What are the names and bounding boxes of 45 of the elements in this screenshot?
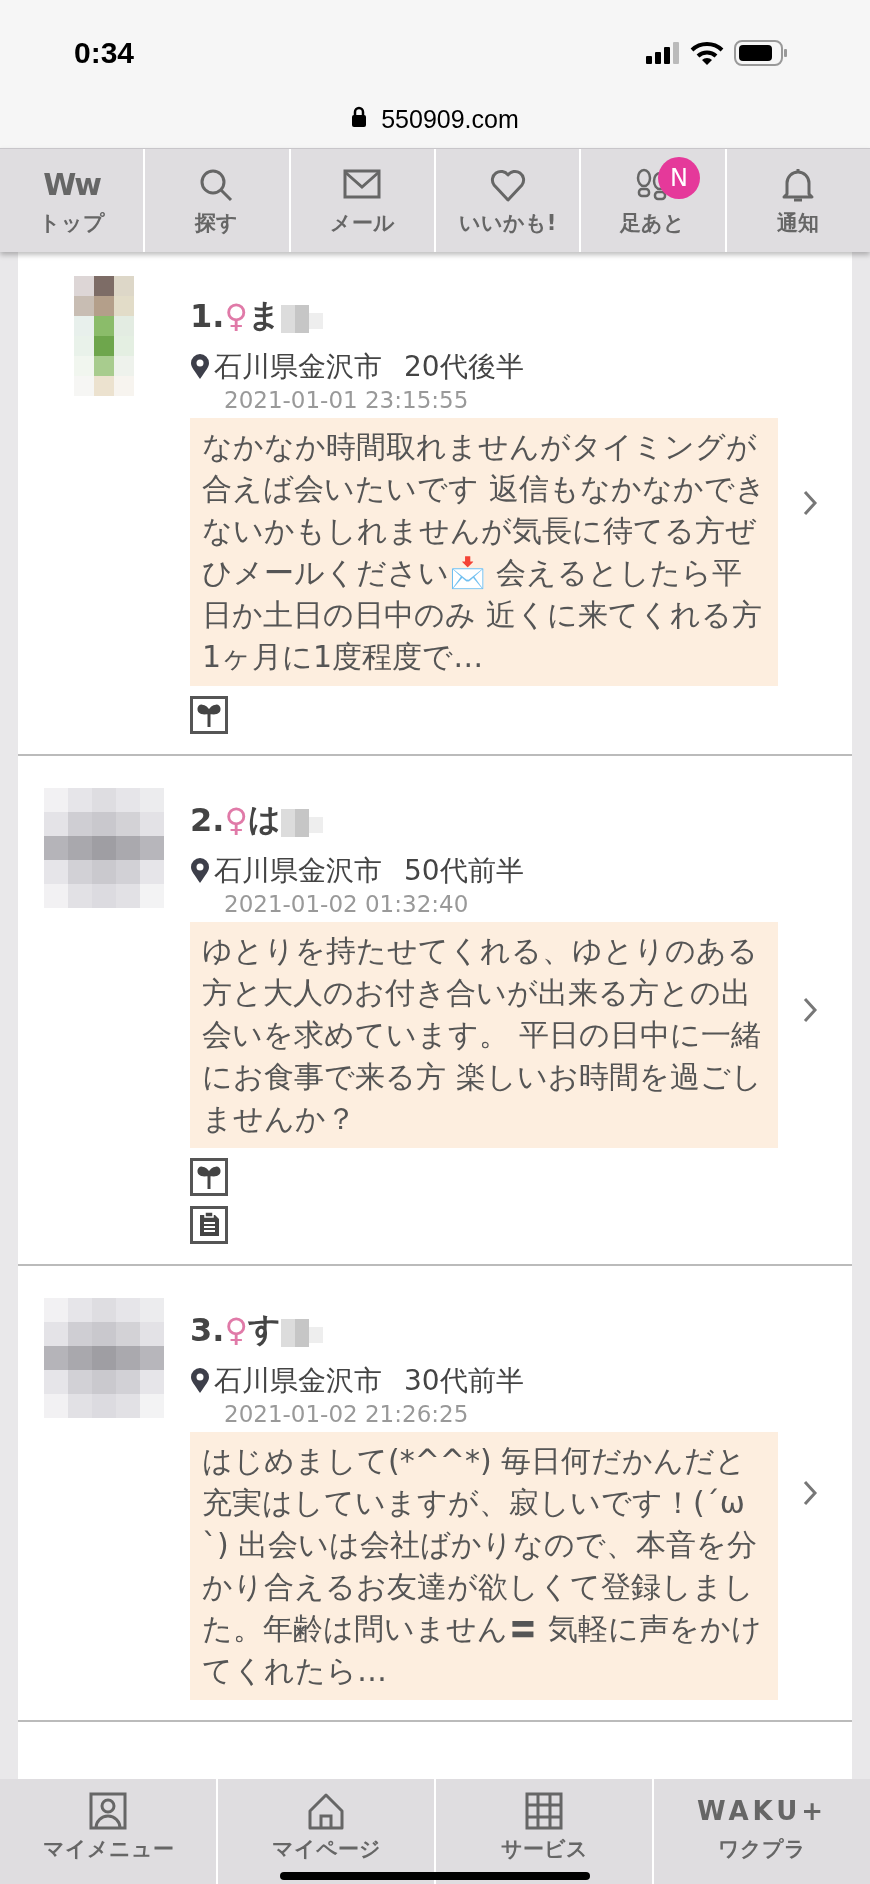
profile-name: す	[247, 1309, 281, 1350]
location-text: 石川県金沢市	[214, 349, 382, 385]
location-pin-icon	[190, 1368, 210, 1394]
age-text: 20代後半	[404, 349, 524, 385]
address-url[interactable]: 550909.com	[381, 106, 519, 132]
profile-name: ま	[247, 295, 281, 336]
status-time: 0:34	[74, 36, 135, 70]
female-symbol: ♀	[224, 297, 248, 335]
bottom-tab[interactable]: WAKU+ ワクプラ	[652, 1779, 870, 1884]
wifi-icon	[690, 41, 724, 65]
message-text: なかなか時間取れませんがタイミングが合えば会いたいです 返信もなかなかできないかもしれませんが気長に待てる方ぜひメールください📩 会えるとしたら平日か土日の日中のみ 近くに来てくれる方 1ヶ月に1度程度で…	[190, 418, 778, 686]
location-pin-icon	[190, 858, 210, 884]
profile-card[interactable]: 3.♀す 石川県金沢市 30代前半 2021-01-02 21:26:25 はじめまして(*^^*) 毎日何だかんだと充実はしていますが、寂しいです！(´ω`) 出会いは会社ばかりなので、本音を分かり合えるお友達が欲しくて登録しました。年齢は問いません〓 気軽に声をかけてくれたら…	[18, 1266, 852, 1722]
location-pin-icon	[190, 354, 210, 380]
message-text: ゆとりを持たせてくれる、ゆとりのある方と大人のお付き合いが出来る方との出会いを求めています。 平日の日中に一緒にお食事で来る方 楽しいお時間を過ごしませんか？	[190, 922, 778, 1148]
profile-name: は	[247, 799, 281, 840]
female-symbol: ♀	[224, 801, 248, 839]
nav-tab[interactable]: Ww トップ	[0, 149, 144, 252]
notification-badge: N	[657, 156, 700, 199]
location-text: 石川県金沢市	[214, 853, 382, 889]
age-text: 50代前半	[404, 853, 524, 889]
post-date: 2021-01-02 21:26:25	[224, 1400, 470, 1428]
age-text: 30代前半	[404, 1363, 524, 1399]
profile-card[interactable]: 2.♀は 石川県金沢市 50代前半 2021-01-02 01:32:40 ゆとりを持たせてくれる、ゆとりのある方と大人のお付き合いが出来る方との出会いを求めています。 平日の日中に一緒にお食事で来る方 楽しいお時間を過ごしませんか？	[18, 756, 852, 1266]
battery-icon	[734, 40, 788, 66]
message-text: はじめまして(*^^*) 毎日何だかんだと充実はしていますが、寂しいです！(´ω`) 出会いは会社ばかりなので、本音を分かり合えるお友達が欲しくて登録しました。年齢は問いません〓 気軽に声をかけてくれたら…	[190, 1432, 778, 1700]
person-icon	[88, 1791, 128, 1831]
bottom-tab[interactable]: マイメニュー	[0, 1779, 216, 1884]
lock-icon	[351, 106, 368, 128]
profile-number: 3.	[190, 1311, 225, 1349]
chevron-right-icon	[802, 996, 818, 1024]
grid-icon	[524, 1791, 564, 1831]
logo: Ww	[43, 167, 101, 202]
signal-icon	[646, 42, 680, 64]
location-text: 石川県金沢市	[214, 1363, 382, 1399]
post-date: 2021-01-01 23:15:55	[224, 386, 470, 414]
profile-card[interactable]: 1.♀ま 石川県金沢市 20代後半 2021-01-01 23:15:55 なかなか時間取れませんがタイミングが合えば会いたいです 返信もなかなかできないかもしれませんが気長に待てる方ぜひメールください📩 会えるとしたら平日か土日の日中のみ 近くに来てくれる方 1ヶ月に1度程度で…	[18, 252, 852, 756]
home-icon	[306, 1791, 346, 1831]
chevron-right-icon	[802, 489, 818, 517]
profile-number: 1.	[190, 297, 225, 335]
profile-number: 2.	[190, 801, 225, 839]
post-date: 2021-01-02 01:32:40	[224, 890, 470, 918]
logo: WAKU+	[696, 1796, 828, 1826]
chevron-right-icon	[802, 1479, 818, 1507]
female-symbol: ♀	[224, 1311, 248, 1349]
